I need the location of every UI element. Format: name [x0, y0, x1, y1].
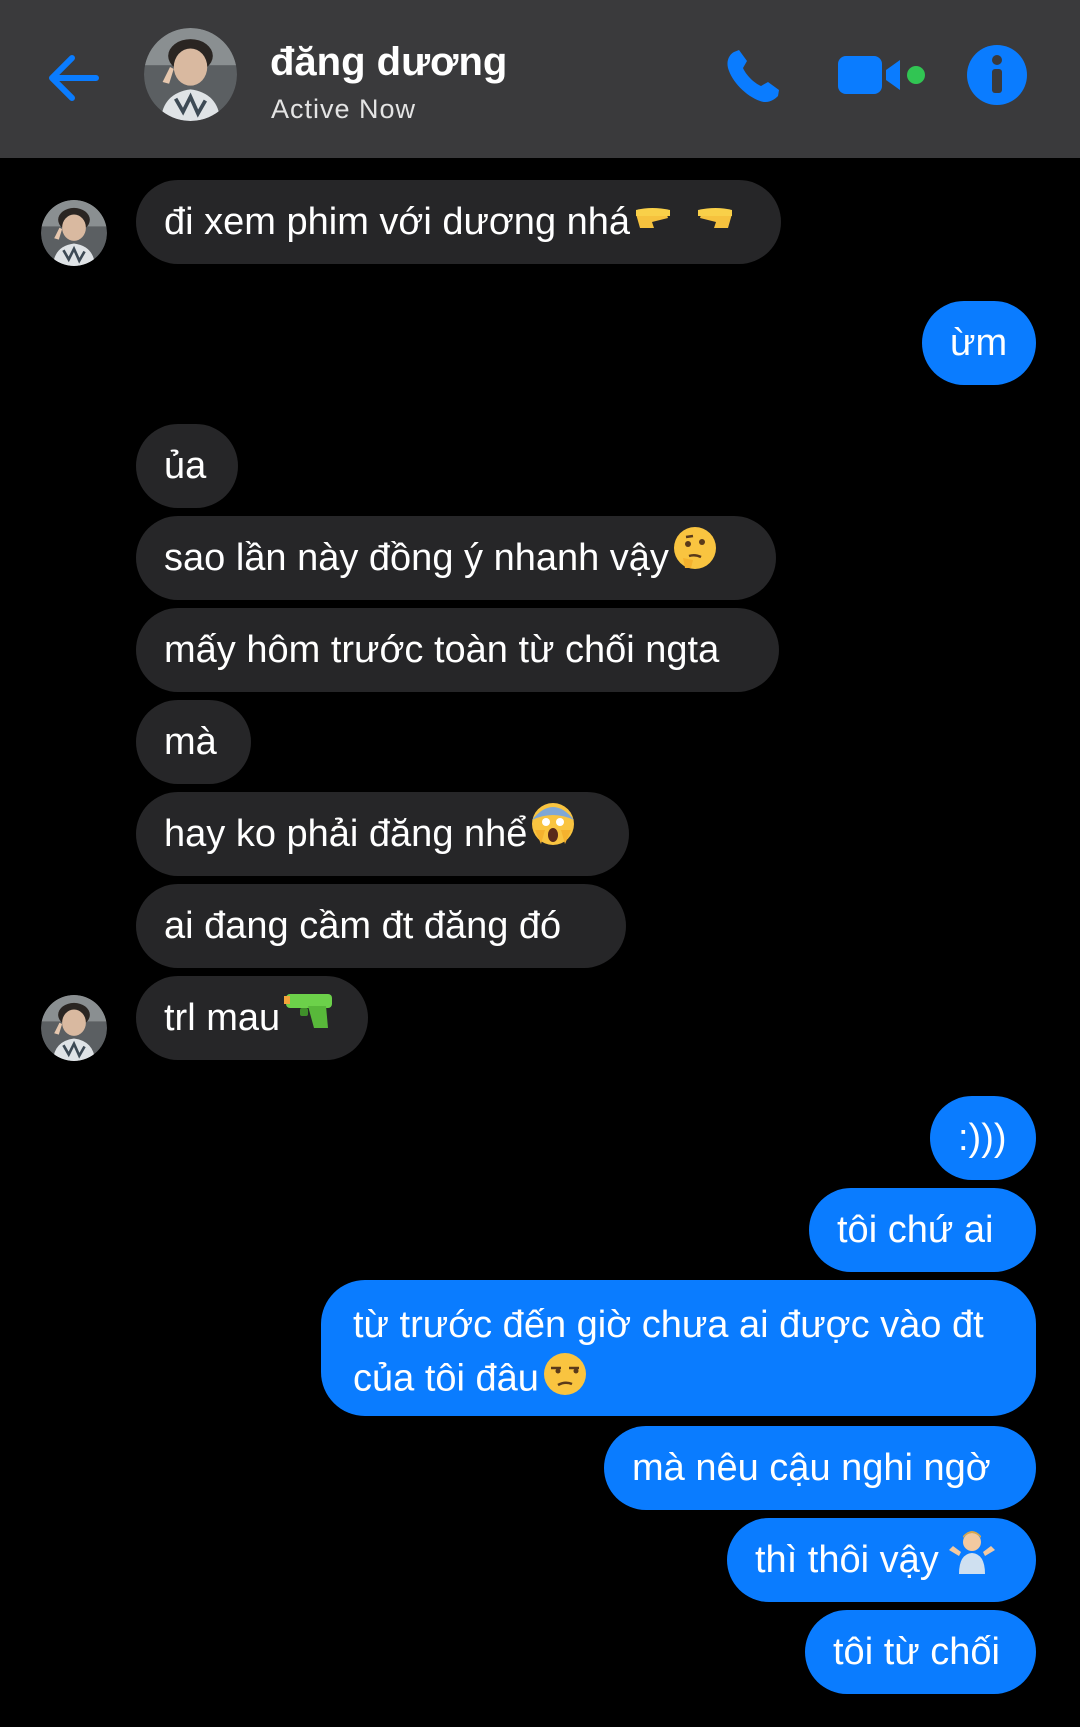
- message-bubble-incoming[interactable]: hay ko phải đăng nhể: [136, 792, 629, 876]
- thinking-face-emoji-icon: [671, 518, 719, 602]
- info-icon[interactable]: [966, 44, 1028, 106]
- screaming-face-emoji-icon: [529, 794, 577, 878]
- message-text: tôi từ chối: [833, 1631, 1000, 1673]
- contact-name[interactable]: đăng dương: [270, 40, 507, 85]
- message-text: ủa: [164, 445, 207, 487]
- message-text: trl mau: [164, 997, 281, 1039]
- message-bubble-outgoing[interactable]: tôi từ chối: [805, 1610, 1036, 1694]
- message-text: đi xem phim với dương nhá: [164, 201, 631, 243]
- message-text: sao lần này đồng ý nhanh vậy: [164, 537, 669, 579]
- water-pistol-emoji-icon: [282, 978, 336, 1062]
- message-bubble-incoming[interactable]: đi xem phim với dương nhá: [136, 180, 781, 264]
- chat-header: đăng dương Active Now: [0, 0, 1080, 158]
- contact-avatar[interactable]: [144, 28, 237, 121]
- active-status: Active Now: [271, 94, 417, 124]
- phone-call-icon[interactable]: [722, 46, 786, 106]
- message-text: ừm: [950, 322, 1008, 364]
- message-bubble-incoming[interactable]: mấy hôm trước toàn từ chối ngta: [136, 608, 779, 692]
- message-bubble-incoming[interactable]: sao lần này đồng ý nhanh vậy: [136, 516, 776, 600]
- message-text-line: từ trước đến giờ chưa ai được vào đt: [353, 1304, 984, 1346]
- message-text: hay ko phải đăng nhể: [164, 813, 528, 855]
- message-text: tôi chứ ai: [837, 1209, 994, 1251]
- message-text: mà nêu cậu nghi ngờ: [632, 1447, 991, 1489]
- message-text: thì thôi vậy: [755, 1539, 939, 1581]
- message-bubble-incoming[interactable]: ai đang cầm đt đăng đó: [136, 884, 626, 968]
- message-bubble-incoming[interactable]: trl mau: [136, 976, 368, 1060]
- sender-avatar[interactable]: [41, 995, 107, 1061]
- message-bubble-outgoing[interactable]: mà nêu cậu nghi ngờ: [604, 1426, 1036, 1510]
- message-bubble-outgoing[interactable]: thì thôi vậy: [727, 1518, 1036, 1602]
- message-text: mấy hôm trước toàn từ chối ngta: [164, 629, 720, 671]
- pointing-hands-emoji-icon: [632, 182, 736, 266]
- message-text: :))): [958, 1117, 1007, 1159]
- person-shrugging-emoji-icon: [947, 1520, 997, 1604]
- message-text-line: của tôi đâu: [353, 1357, 539, 1400]
- back-arrow-icon[interactable]: [42, 46, 106, 110]
- message-text: ai đang cầm đt đăng đó: [164, 905, 562, 947]
- message-bubble-incoming[interactable]: mà: [136, 700, 251, 784]
- message-bubble-outgoing[interactable]: :))): [930, 1096, 1036, 1180]
- message-bubble-outgoing[interactable]: tôi chứ ai: [809, 1188, 1036, 1272]
- message-bubble-outgoing[interactable]: ừm: [922, 301, 1036, 385]
- unamused-face-emoji-icon: [541, 1350, 589, 1411]
- message-bubble-incoming[interactable]: ủa: [136, 424, 238, 508]
- message-bubble-outgoing[interactable]: từ trước đến giờ chưa ai được vào đt của…: [321, 1280, 1036, 1416]
- message-text: mà: [164, 721, 217, 763]
- sender-avatar[interactable]: [41, 200, 107, 266]
- video-call-icon[interactable]: [836, 48, 940, 104]
